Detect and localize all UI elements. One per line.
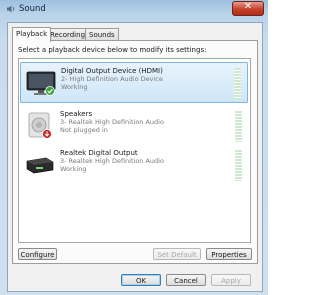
device-item-hdmi[interactable]: Digital Output Device (HDMI) 2- High Def… (20, 62, 248, 103)
hdmi-monitor-icon (26, 71, 56, 96)
device-name: Speakers (60, 110, 93, 118)
device-driver: 3- Realtek High Definition Audio (60, 157, 164, 165)
default-check-icon (45, 86, 55, 96)
title-bar[interactable]: Sound ✕ (0, 0, 268, 18)
device-item-digital-output[interactable]: Realtek Digital Output 3- Realtek High D… (20, 145, 248, 186)
device-status: Working (61, 83, 88, 91)
digital-output-icon (26, 157, 54, 174)
close-button[interactable]: ✕ (232, 1, 264, 16)
volume-meter (234, 68, 241, 99)
device-driver: 2- High Definition Audio Device (61, 75, 163, 83)
volume-meter (235, 111, 242, 142)
set-default-button[interactable]: Set Default (153, 248, 201, 260)
configure-button[interactable]: Configure (18, 248, 57, 260)
cancel-button[interactable]: Cancel (166, 274, 206, 286)
dialog-client-area: Playback Recording Sounds Select a playb… (7, 22, 263, 292)
apply-button[interactable]: Apply (211, 274, 251, 286)
sound-window: Sound ✕ Playback Recording Sounds Select… (0, 0, 268, 295)
tab-playback[interactable]: Playback (12, 27, 52, 42)
speaker-volume-icon (7, 5, 15, 13)
device-status: Not plugged in (60, 126, 108, 134)
device-item-speakers[interactable]: Speakers 3- Realtek High Definition Audi… (20, 106, 248, 147)
window-title: Sound (19, 4, 46, 14)
properties-button[interactable]: Properties (206, 248, 252, 260)
instruction-text: Select a playback device below to modify… (18, 46, 207, 54)
device-name: Realtek Digital Output (60, 149, 138, 157)
device-driver: 3- Realtek High Definition Audio (60, 118, 164, 126)
device-list[interactable]: Digital Output Device (HDMI) 2- High Def… (18, 58, 251, 243)
close-icon: ✕ (243, 1, 253, 12)
playback-panel: Select a playback device below to modify… (12, 40, 258, 264)
ok-button[interactable]: OK (121, 274, 161, 286)
speaker-icon (28, 112, 52, 139)
volume-meter (235, 150, 242, 181)
device-status: Working (60, 165, 87, 173)
device-name: Digital Output Device (HDMI) (61, 67, 163, 75)
